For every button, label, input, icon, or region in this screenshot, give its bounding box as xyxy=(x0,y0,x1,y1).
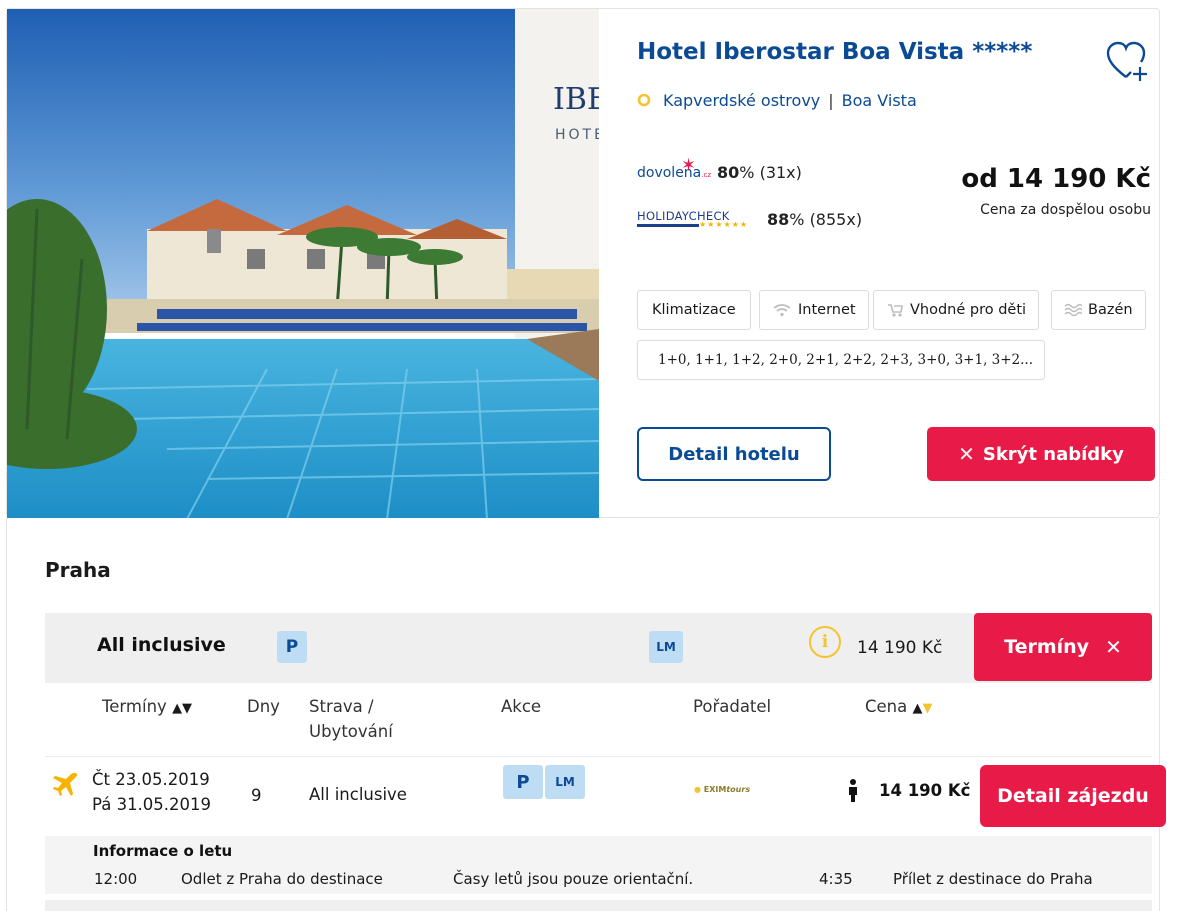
column-days: Dny xyxy=(247,697,280,716)
departure-time: 12:00 xyxy=(94,870,138,888)
rating-holidaycheck: HOLIDAYCHECK ★★★★★★ 88% (855x) xyxy=(637,209,862,229)
offer-badges: P LM xyxy=(503,765,585,799)
parking-badge: P xyxy=(503,765,543,799)
hotel-price: od 14 190 Kč Cena za dospělou osobu xyxy=(961,164,1151,218)
terms-label: Termíny xyxy=(1004,636,1090,658)
departure-city: Praha xyxy=(45,558,111,582)
flight-note: Časy letů jsou pouze orientační. xyxy=(453,870,694,888)
board-price: 14 190 Kč xyxy=(857,638,943,658)
column-terms[interactable]: Termíny ▲▼ xyxy=(102,694,192,721)
trip-detail-button[interactable]: Detail zájezdu xyxy=(980,765,1166,827)
last-minute-badge: LM xyxy=(545,765,585,799)
price-from: od 14 190 Kč xyxy=(961,164,1151,194)
date-from: Čt 23.05.2019 xyxy=(92,770,210,789)
flight-info-title: Informace o letu xyxy=(93,842,233,860)
tag-room-types: 1+0, 1+1, 1+2, 2+0, 2+1, 2+2, 2+3, 3+0, … xyxy=(637,340,1045,380)
holidaycheck-count: (855x) xyxy=(809,209,863,229)
photo-sign-1: IBE xyxy=(553,82,599,117)
hotel-photo[interactable]: IBE HOTE xyxy=(7,9,599,519)
terms-button[interactable]: Termíny ✕ xyxy=(974,613,1152,681)
column-board: Strava / Ubytování xyxy=(309,697,393,741)
date-to: Pá 31.05.2019 xyxy=(92,795,212,814)
column-promo: Akce xyxy=(501,697,542,716)
tag-kids: Vhodné pro děti xyxy=(873,290,1040,330)
holidaycheck-logo: HOLIDAYCHECK ★★★★★★ xyxy=(637,209,749,229)
info-icon[interactable]: i xyxy=(809,626,841,658)
offer-price: 14 190 Kč xyxy=(879,781,971,800)
hotel-card: IBE HOTE xyxy=(6,8,1160,519)
dovolena-percent-sign: % xyxy=(739,163,755,182)
location-region[interactable]: Boa Vista xyxy=(842,91,917,110)
location-country[interactable]: Kapverdské ostrovy xyxy=(663,91,820,110)
departure-text: Odlet z Praha do destinace xyxy=(181,870,383,888)
wifi-icon xyxy=(773,304,791,317)
offer-row[interactable]: Čt 23.05.2019 Pá 31.05.2019 9 All inclus… xyxy=(45,756,1166,836)
hide-offers-button[interactable]: ✕ Skrýt nabídky xyxy=(927,427,1155,481)
dovolena-count: (31x) xyxy=(759,163,802,182)
holidaycheck-percent: 88 xyxy=(767,209,790,229)
column-price[interactable]: Cena ▲▼ xyxy=(865,694,933,721)
dovolena-logo: dovolena.cz ✶ xyxy=(637,154,712,181)
hotel-photo-image: IBE HOTE xyxy=(7,9,599,519)
hide-offers-label: Skrýt nabídky xyxy=(982,443,1124,465)
close-icon: ✕ xyxy=(958,442,975,466)
next-offer-row xyxy=(45,900,1152,911)
parking-badge: P xyxy=(277,631,307,663)
hotel-name[interactable]: Hotel Iberostar Boa Vista ***** xyxy=(637,39,1032,65)
hotel-info: Hotel Iberostar Boa Vista ***** Kapverds… xyxy=(637,9,1159,519)
stroller-icon xyxy=(888,304,903,317)
holidaycheck-percent-sign: % xyxy=(789,209,805,229)
sort-up-icon: ▲ xyxy=(912,701,923,716)
hotel-location: Kapverdské ostrovy | Boa Vista xyxy=(637,91,917,110)
board-bar[interactable]: All inclusive P LM i 14 190 Kč Termíny ✕ xyxy=(45,613,1152,683)
arrival-text: Přílet z destinace do Praha xyxy=(893,870,1093,888)
offer-days: 9 xyxy=(251,786,262,805)
close-icon: ✕ xyxy=(1105,635,1122,659)
rating-dovolena: dovolena.cz ✶ 80% (31x) xyxy=(637,154,802,183)
last-minute-badge: LM xyxy=(649,631,683,663)
column-organizer: Pořadatel xyxy=(693,697,772,716)
heart-plus-icon xyxy=(1106,41,1147,81)
sort-arrows-icon: ▲▼ xyxy=(172,701,193,716)
location-separator: | xyxy=(828,91,834,110)
offer-dates: Čt 23.05.2019 Pá 31.05.2019 xyxy=(92,767,211,817)
flight-info: Informace o letu 12:00 Odlet z Praha do … xyxy=(45,836,1152,894)
person-icon xyxy=(849,779,857,802)
pool-waves-icon xyxy=(1064,303,1082,317)
organizer-logo: ● EXIMtours xyxy=(694,785,751,794)
board-type: All inclusive xyxy=(97,634,226,656)
tag-air-conditioning: Klimatizace xyxy=(637,290,751,330)
dovolena-percent: 80 xyxy=(717,163,740,182)
tag-internet: Internet xyxy=(759,290,869,330)
plane-icon xyxy=(53,772,78,796)
location-pin-icon xyxy=(637,93,651,106)
sort-down-icon: ▼ xyxy=(922,701,933,716)
offers-section: Praha All inclusive P LM i 14 190 Kč Ter… xyxy=(6,518,1166,911)
favorite-button[interactable] xyxy=(1105,39,1151,85)
offer-board: All inclusive xyxy=(309,785,407,804)
photo-sign-2: HOTE xyxy=(555,127,599,143)
price-note: Cena za dospělou osobu xyxy=(980,202,1151,218)
tag-pool: Bazén xyxy=(1051,290,1146,330)
arrival-time: 4:35 xyxy=(819,870,853,888)
hotel-detail-button[interactable]: Detail hotelu xyxy=(637,427,831,481)
